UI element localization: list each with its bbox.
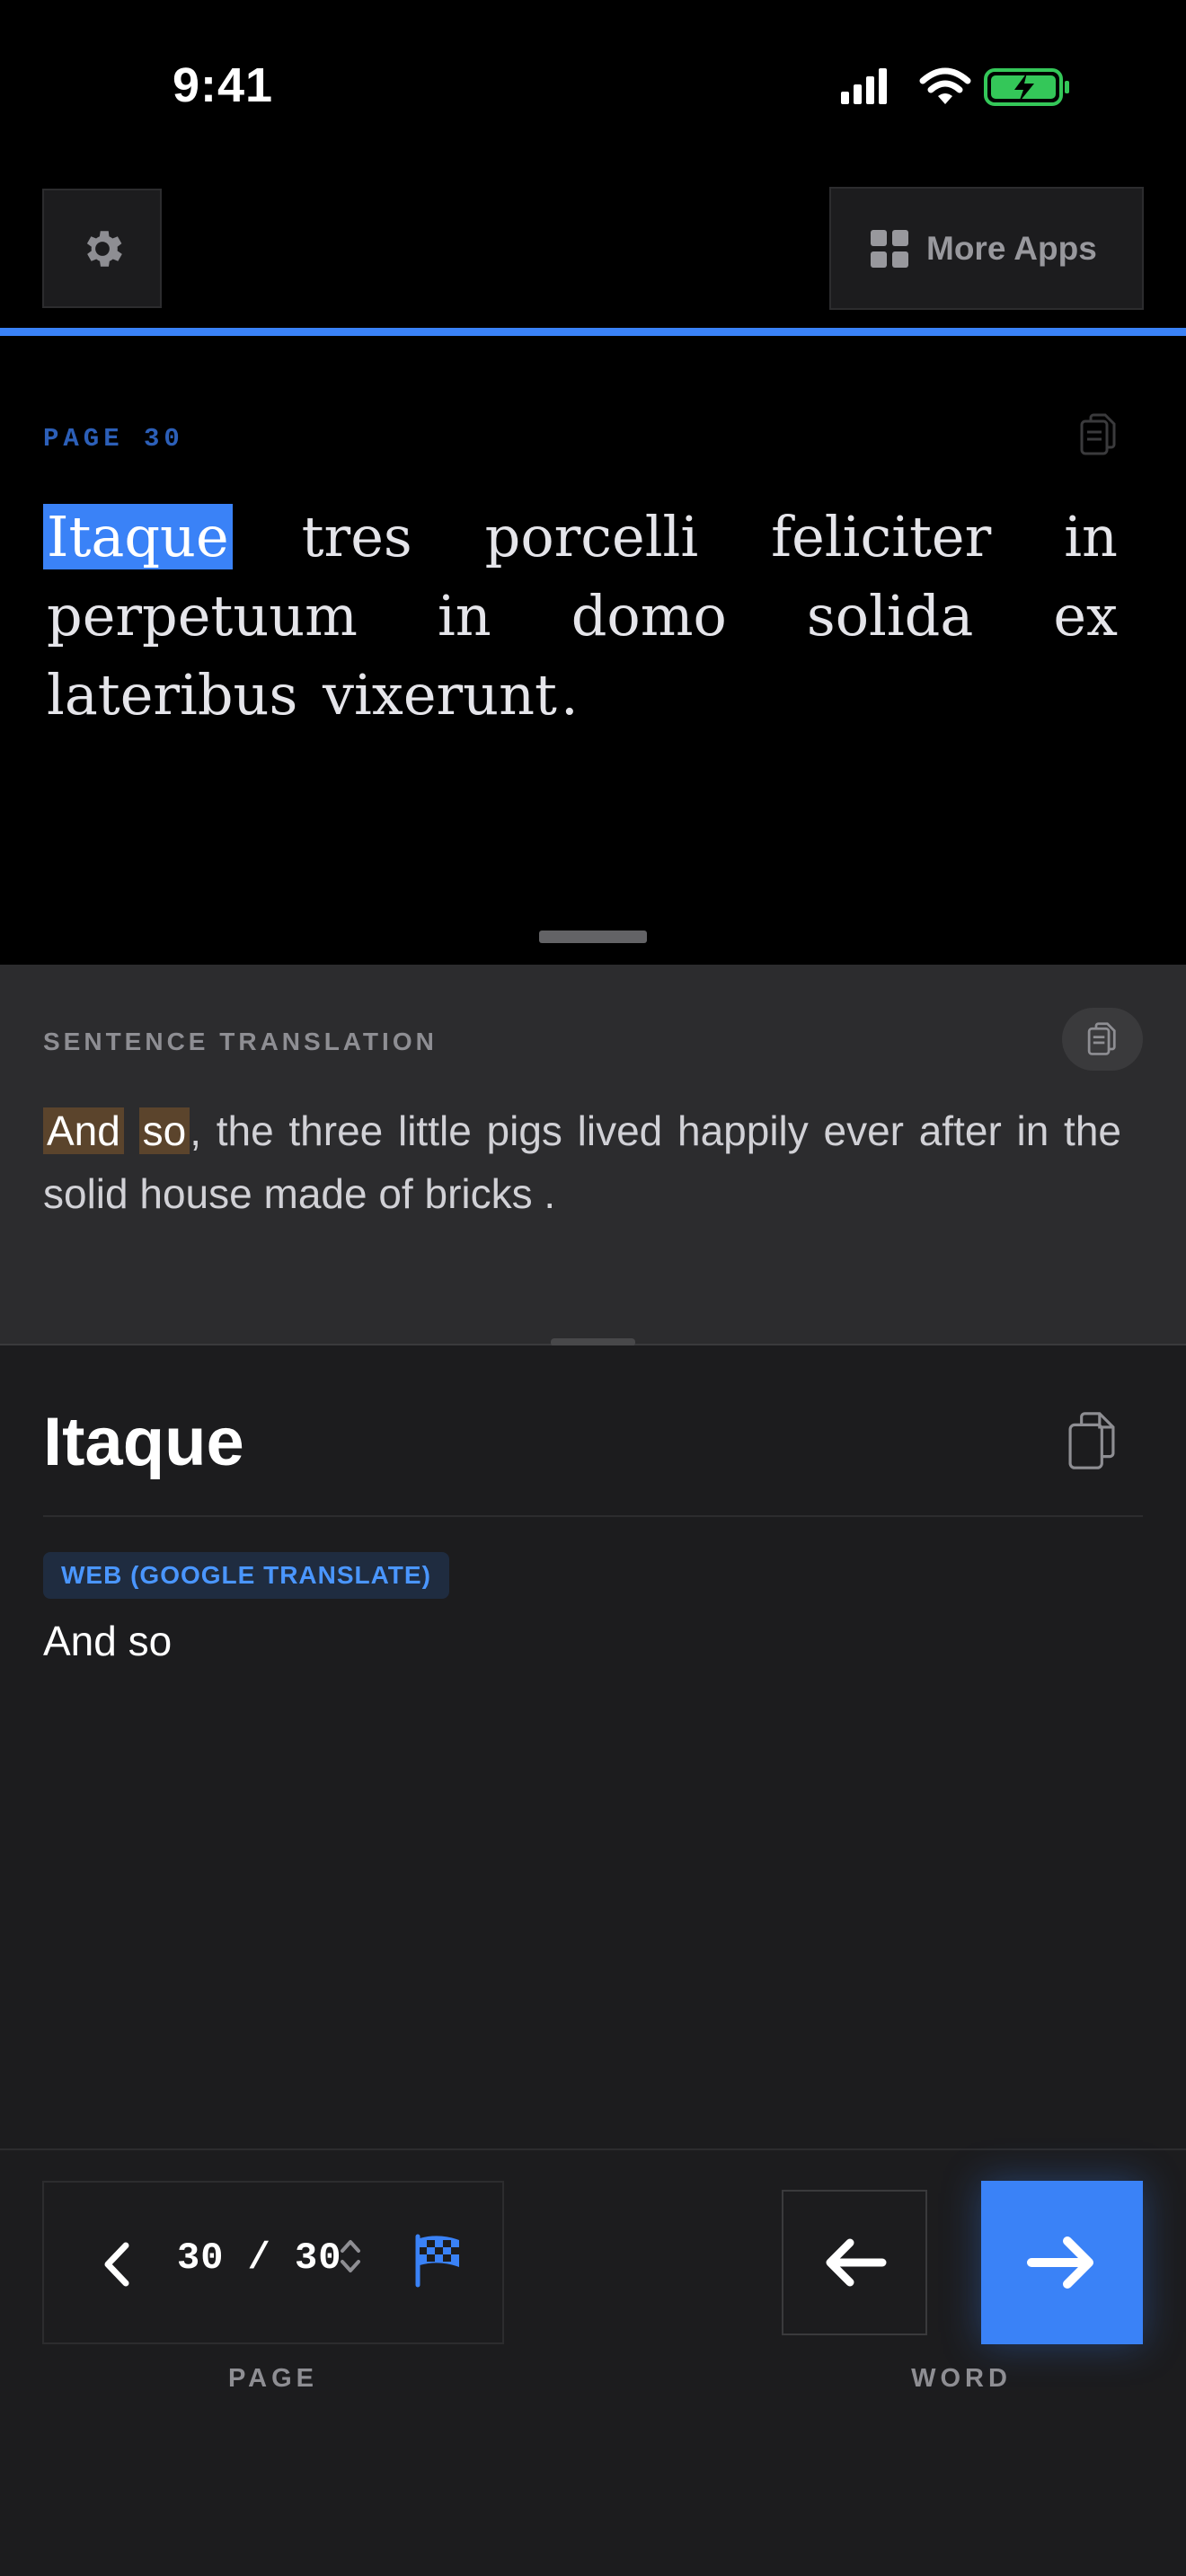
- divider: [43, 1515, 1143, 1517]
- page-counter[interactable]: 30 / 30: [177, 2236, 341, 2280]
- battery-charging-icon: [984, 68, 1069, 106]
- drag-handle[interactable]: [539, 931, 647, 943]
- source-panel: PAGE 30 Itaque tres porcelli feliciter i…: [0, 336, 1186, 965]
- progress-bar: [0, 328, 1186, 336]
- dictionary-entry: Itaque WEB (GOOGLE TRANSLATE) And so: [0, 1345, 1186, 2149]
- divider: [0, 2148, 1186, 2150]
- status-bar: 9:41: [0, 0, 1186, 171]
- more-apps-label: More Apps: [926, 229, 1097, 267]
- source-word[interactable]: perpetuum: [43, 583, 361, 648]
- previous-page-button[interactable]: [85, 2233, 148, 2296]
- translation-sentence: And so, the three little pigs lived happ…: [43, 1099, 1121, 1225]
- source-word[interactable]: Itaque: [43, 504, 233, 569]
- source-word[interactable]: in: [434, 583, 495, 648]
- top-toolbar: More Apps: [0, 171, 1186, 328]
- word-caption: WORD: [911, 2364, 1012, 2393]
- cellular-signal-icon: [841, 68, 887, 104]
- checkered-flag-icon[interactable]: [412, 2233, 466, 2289]
- source-sentence: Itaque tres porcelli feliciter in perpet…: [43, 498, 1121, 735]
- status-icons: [841, 67, 1069, 106]
- grid-icon: [871, 229, 908, 268]
- source-punctuation: .: [560, 662, 579, 728]
- source-word[interactable]: porcelli: [482, 504, 703, 569]
- source-word[interactable]: in: [1060, 504, 1121, 569]
- source-word[interactable]: solida: [803, 583, 977, 648]
- copy-icon: [1087, 1022, 1116, 1055]
- translation-panel: SENTENCE TRANSLATION And so, the three l…: [0, 965, 1186, 1345]
- page-caption: PAGE: [227, 2364, 319, 2393]
- entry-word: Itaque: [43, 1404, 244, 1480]
- translation-highlight: And: [43, 1107, 124, 1154]
- source-word[interactable]: domo: [568, 583, 730, 648]
- gear-icon: [86, 230, 122, 267]
- source-word[interactable]: ex: [1049, 583, 1121, 648]
- chevron-left-icon: [104, 2242, 129, 2287]
- wifi-icon: [919, 67, 971, 104]
- arrow-right-icon: [1027, 2236, 1093, 2289]
- page-label: PAGE 30: [43, 424, 184, 454]
- previous-word-button[interactable]: [782, 2190, 927, 2335]
- arrow-left-icon: [826, 2238, 887, 2287]
- translation-rest: , the three little pigs lived happily ev…: [43, 1107, 1121, 1217]
- translation-label: SENTENCE TRANSLATION: [43, 1028, 438, 1055]
- more-apps-button[interactable]: More Apps: [829, 187, 1144, 310]
- copy-icon[interactable]: [1066, 1410, 1118, 1471]
- copy-icon[interactable]: [1078, 412, 1120, 457]
- source-word[interactable]: vixerunt: [319, 662, 561, 728]
- entry-translation: And so: [43, 1618, 173, 1664]
- source-word[interactable]: feliciter: [767, 504, 995, 569]
- next-word-button[interactable]: [981, 2181, 1143, 2344]
- translation-copy-button[interactable]: [1062, 1008, 1143, 1071]
- translation-highlight: so: [138, 1107, 190, 1154]
- source-word[interactable]: tres: [298, 504, 416, 569]
- page-navigator: 30 / 30: [42, 2181, 504, 2344]
- status-time: 9:41: [173, 58, 274, 112]
- source-word[interactable]: lateribus: [43, 662, 301, 728]
- source-badge: WEB (GOOGLE TRANSLATE): [43, 1552, 449, 1599]
- settings-button[interactable]: [42, 189, 162, 308]
- chevron-up-down-icon[interactable]: [339, 2236, 362, 2276]
